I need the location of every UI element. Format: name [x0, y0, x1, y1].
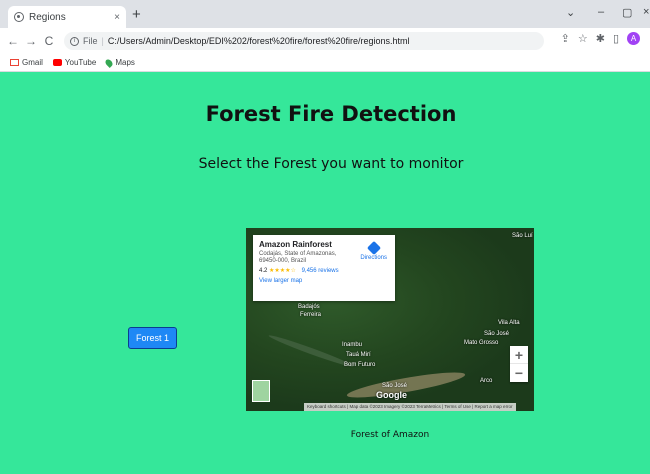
map-place-label: São Luí: [512, 233, 533, 239]
maps-icon: [104, 57, 115, 68]
sidepanel-icon[interactable]: ▯: [613, 32, 619, 45]
map-place-label: Badajós: [298, 304, 320, 310]
bookmark-youtube[interactable]: YouTube: [52, 58, 97, 67]
youtube-icon: [52, 59, 62, 66]
divider: |: [101, 36, 104, 46]
tab-title: Regions: [29, 11, 66, 23]
toolbar-icons: ⇪ ☆ ✱ ▯ A: [561, 32, 640, 45]
bookmark-label: Maps: [115, 58, 135, 67]
map-place-label: Ferreira: [300, 312, 322, 318]
page-content: Forest Fire Detection Select the Forest …: [0, 72, 650, 474]
embedded-map[interactable]: São Luí Badajós Ferreira Vila Alta São J…: [246, 228, 534, 411]
map-place-label: Arco: [480, 378, 493, 384]
map-place-label: São José: [484, 331, 510, 337]
bookmark-label: YouTube: [64, 58, 97, 67]
map-place-label: Inambu: [342, 342, 363, 348]
map-layer-toggle[interactable]: [252, 380, 270, 402]
info-icon[interactable]: i: [70, 36, 79, 46]
place-rating: 4.2 ★★★★☆ 9,456 reviews: [259, 267, 389, 274]
reviews-link[interactable]: 9,456 reviews: [302, 268, 339, 274]
share-icon[interactable]: ⇪: [561, 32, 570, 45]
map-caption: Forest of Amazon: [350, 430, 430, 440]
browser-toolbar: ← → C i File | C:/Users/Admin/Desktop/ED…: [0, 28, 650, 54]
map-attribution[interactable]: Keyboard shortcuts | Map data ©2023 Imag…: [304, 403, 516, 411]
zoom-out-button[interactable]: −: [510, 364, 528, 382]
bookmark-gmail[interactable]: Gmail: [10, 58, 43, 67]
rating-value: 4.2: [259, 268, 268, 274]
profile-avatar[interactable]: A: [627, 32, 640, 45]
close-window-button[interactable]: ×: [643, 6, 649, 18]
map-place-label: Vila Alta: [498, 320, 520, 326]
address-bar[interactable]: i File | C:/Users/Admin/Desktop/EDI%202/…: [64, 32, 544, 50]
extensions-icon[interactable]: ✱: [596, 32, 605, 45]
bookmark-label: Gmail: [22, 58, 43, 67]
map-river: [267, 332, 355, 370]
bookmarks-bar: Gmail YouTube Maps: [0, 54, 650, 72]
directions-icon: [366, 240, 381, 256]
view-larger-map-link[interactable]: View larger map: [259, 278, 389, 284]
browser-tab[interactable]: Regions ×: [8, 6, 126, 28]
map-place-label: Tauá Mirí: [346, 352, 371, 358]
back-button[interactable]: ←: [6, 34, 20, 48]
directions-button[interactable]: Directions: [360, 240, 387, 261]
gmail-icon: [10, 59, 19, 66]
minimize-button[interactable]: –: [598, 6, 604, 18]
new-tab-button[interactable]: +: [132, 6, 141, 23]
file-scheme-label: File: [83, 36, 98, 46]
place-info-card: Amazon Rainforest Codajás, State of Amaz…: [253, 235, 395, 301]
reload-button[interactable]: C: [42, 34, 56, 48]
star-icon[interactable]: ☆: [578, 32, 588, 45]
map-place-label: Bom Futuro: [344, 362, 376, 368]
place-address: Codajás, State of Amazonas, 69450-000, B…: [259, 251, 337, 264]
globe-icon: [14, 12, 24, 22]
page-title: Forest Fire Detection: [205, 102, 457, 126]
zoom-controls: + −: [510, 346, 528, 382]
forest-1-button[interactable]: Forest 1: [128, 327, 177, 349]
tab-search-icon[interactable]: ⌄: [566, 6, 575, 19]
google-logo: Google: [376, 390, 407, 400]
directions-label: Directions: [360, 255, 387, 261]
star-rating-icon: ★★★★☆: [269, 268, 296, 274]
tab-strip: Regions × + ⌄ – ▢ ×: [0, 0, 650, 28]
bookmark-maps[interactable]: Maps: [104, 57, 135, 68]
url-text[interactable]: C:/Users/Admin/Desktop/EDI%202/forest%20…: [108, 36, 410, 46]
zoom-in-button[interactable]: +: [510, 346, 528, 364]
close-tab-icon[interactable]: ×: [114, 12, 120, 23]
forward-button[interactable]: →: [24, 34, 38, 48]
maximize-button[interactable]: ▢: [622, 6, 632, 19]
page-subtitle: Select the Forest you want to monitor: [198, 156, 464, 172]
map-place-label: São José: [382, 383, 408, 389]
map-place-label: Mato Grosso: [464, 340, 499, 346]
